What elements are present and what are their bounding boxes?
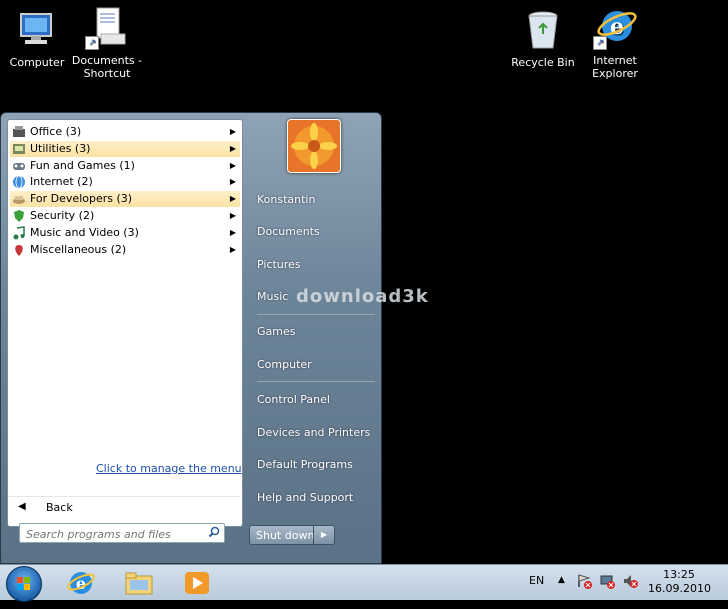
shutdown-button[interactable]: Shut down ▶ [249,525,335,545]
taskbar-windows-explorer[interactable] [124,568,154,598]
desktop-icon-label: Computer [9,56,65,69]
internet-explorer-icon: e ↗ [593,6,637,50]
taskbar: e EN ▲ 13:25 16.09.2010 [0,564,728,602]
default-programs-link[interactable]: Default Programs [257,458,353,471]
back-button[interactable]: ◀ Back [8,496,240,519]
submenu-arrow-icon: ▶ [229,244,236,254]
shortcut-arrow-icon: ↗ [593,36,607,50]
system-clock[interactable]: 13:25 16.09.2010 [648,568,711,596]
back-label: Back [46,501,73,514]
watermark: download3k [296,286,429,307]
desktop-icon-computer[interactable]: Computer [0,8,74,69]
desktop-icon-label: Documents - Shortcut [71,54,143,80]
language-indicator[interactable]: EN [529,574,544,608]
program-label: Utilities (3) [30,141,91,155]
program-label: Security (2) [30,208,95,222]
separator [257,381,375,382]
desktop-icon-recycle-bin[interactable]: Recycle Bin [506,8,580,69]
manage-menu-link[interactable]: Click to manage the menu [96,462,242,475]
network-icon[interactable] [599,573,615,607]
devices-and-printers-link[interactable]: Devices and Printers [257,426,370,439]
desktop-icon-label: Recycle Bin [511,56,575,69]
games-icon [12,159,26,173]
desktop-icon-label: Internet Explorer [592,54,638,80]
computer-icon [15,8,59,52]
control-panel-link[interactable]: Control Panel [257,393,330,406]
submenu-arrow-icon: ▶ [229,227,236,237]
submenu-arrow-icon: ▶ [229,210,236,220]
search-input[interactable] [24,525,208,543]
program-folder-miscellaneous[interactable]: Miscellaneous (2) ▶ [10,242,240,258]
shutdown-label: Shut down [256,529,315,542]
globe-icon [12,175,26,189]
program-list: Office (3) ▶ Utilities (3) ▶ Fun and Gam… [10,124,240,258]
back-arrow-icon: ◀ [18,501,26,512]
submenu-arrow-icon: ▶ [229,177,236,187]
submenu-arrow-icon: ▶ [229,127,236,136]
search-box[interactable] [19,523,225,543]
miscellaneous-icon [12,243,26,257]
folder-icon [125,572,153,595]
desktop-icon-internet-explorer[interactable]: e ↗ Internet Explorer [578,6,652,80]
show-hidden-icons-arrow-icon[interactable]: ▲ [558,575,565,609]
user-name-link[interactable]: Konstantin [257,193,315,206]
volume-muted-icon[interactable] [622,573,638,607]
start-button[interactable] [6,566,42,602]
documents-link[interactable]: Documents [257,225,320,238]
program-folder-office[interactable]: Office (3) ▶ [10,124,240,140]
start-menu-right-pane: Konstantin Documents Pictures Music Game… [249,113,381,565]
start-menu-programs-pane: Office (3) ▶ Utilities (3) ▶ Fun and Gam… [7,119,243,527]
submenu-arrow-icon: ▶ [229,160,236,170]
search-icon[interactable] [208,526,220,541]
program-folder-fun-and-games[interactable]: Fun and Games (1) ▶ [10,158,240,174]
utilities-icon [12,142,26,156]
windows-logo-icon [17,577,30,590]
games-link[interactable]: Games [257,325,295,338]
program-folder-utilities[interactable]: Utilities (3) ▶ [10,140,240,157]
desktop-icon-documents-shortcut[interactable]: ↗ Documents - Shortcut [70,6,144,80]
developers-icon [12,192,26,206]
start-menu: Office (3) ▶ Utilities (3) ▶ Fun and Gam… [0,112,382,564]
program-label: Miscellaneous (2) [30,242,127,256]
computer-link[interactable]: Computer [257,358,312,371]
recycle-bin-icon [521,8,565,52]
program-folder-internet[interactable]: Internet (2) ▶ [10,174,240,190]
music-icon [12,225,26,240]
program-folder-security[interactable]: Security (2) ▶ [10,208,240,224]
shield-icon [12,209,26,223]
program-label: Internet (2) [30,175,93,189]
program-label: Fun and Games (1) [30,158,135,172]
submenu-arrow-icon: ▶ [229,194,236,204]
program-folder-music-and-video[interactable]: Music and Video (3) ▶ [10,225,240,241]
program-label: For Developers (3) [30,192,133,206]
action-center-icon[interactable] [576,573,592,607]
program-folder-for-developers[interactable]: For Developers (3) ▶ [10,191,240,208]
user-avatar[interactable] [287,119,341,173]
help-and-support-link[interactable]: Help and Support [257,491,353,504]
shortcut-arrow-icon: ↗ [85,36,99,50]
internet-explorer-icon: e [67,572,95,594]
program-label: Music and Video (3) [30,225,139,239]
pictures-link[interactable]: Pictures [257,258,301,271]
program-label: Office (3) [30,125,82,138]
submenu-arrow-icon: ▶ [229,143,236,153]
taskbar-media-player[interactable] [182,568,212,598]
clock-time: 13:25 [663,568,695,581]
documents-icon: ↗ [85,6,129,50]
office-icon [12,125,26,139]
music-link[interactable]: Music [257,290,288,303]
shutdown-options-arrow-icon[interactable]: ▶ [313,526,334,544]
media-player-icon [185,572,209,594]
taskbar-internet-explorer[interactable]: e [66,568,96,598]
separator [257,314,375,315]
clock-date: 16.09.2010 [648,582,711,595]
